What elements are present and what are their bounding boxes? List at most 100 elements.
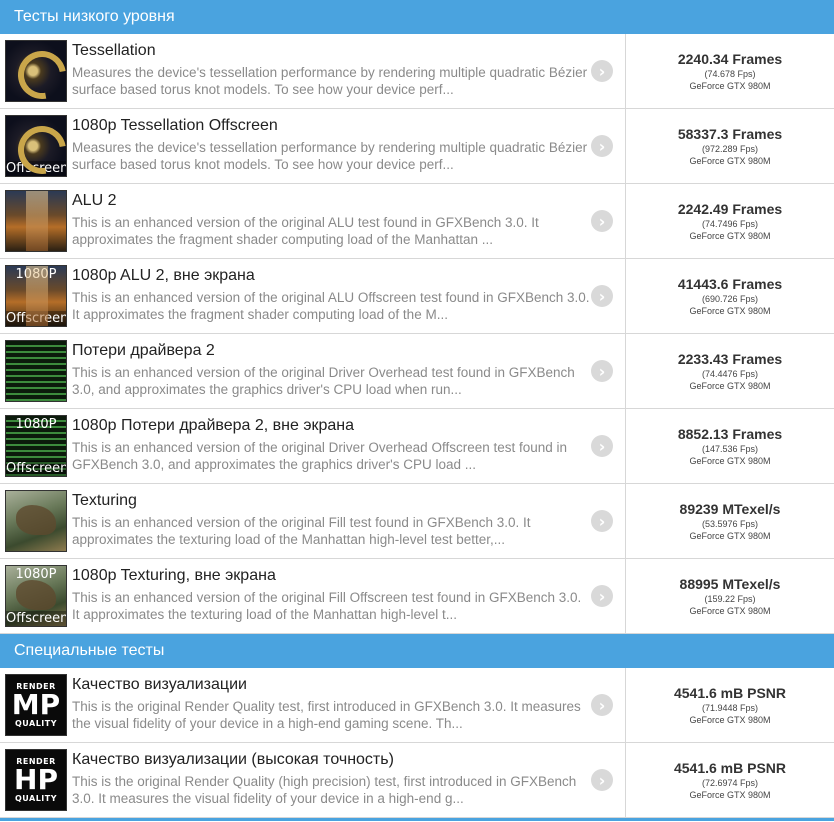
- test-title[interactable]: 1080p ALU 2, вне экрана: [72, 267, 583, 285]
- chevron-right-icon[interactable]: ›: [591, 60, 613, 82]
- test-info: 1080P Offscreen 1080p Texturing, вне экр…: [0, 559, 626, 633]
- test-title[interactable]: Качество визуализации (высокая точность): [72, 751, 583, 769]
- test-result: 2240.34 Frames (74.678 Fps) GeForce GTX …: [626, 34, 834, 108]
- result-score: 89239 MTexel/s: [679, 501, 781, 517]
- result-fps: (690.726 Fps): [701, 294, 759, 304]
- test-result: 4541.6 mB PSNR (71.9448 Fps) GeForce GTX…: [626, 668, 834, 742]
- result-score: 41443.6 Frames: [677, 276, 783, 292]
- thumbnail-label-bottom: Offscreen: [6, 461, 67, 476]
- test-result: 41443.6 Frames (690.726 Fps) GeForce GTX…: [626, 259, 834, 333]
- chevron-right-icon[interactable]: ›: [591, 694, 613, 716]
- test-row-texturing[interactable]: Texturing This is an enhanced version of…: [0, 484, 834, 559]
- test-result: 2233.43 Frames (74.4476 Fps) GeForce GTX…: [626, 334, 834, 408]
- test-text: Потери драйвера 2 This is an enhanced ve…: [72, 334, 583, 408]
- test-thumbnail: RENDER MP QUALITY: [5, 674, 67, 736]
- chevron-right-icon[interactable]: ›: [591, 285, 613, 307]
- test-description: This is an enhanced version of the origi…: [72, 515, 531, 547]
- result-fps: (74.7496 Fps): [701, 219, 759, 229]
- test-info: RENDER HP QUALITY Качество визуализации …: [0, 743, 626, 817]
- test-text: ALU 2 This is an enhanced version of the…: [72, 184, 583, 258]
- test-result: 2242.49 Frames (74.7496 Fps) GeForce GTX…: [626, 184, 834, 258]
- test-thumbnail: [5, 340, 67, 402]
- result-score: 2233.43 Frames: [677, 351, 783, 367]
- test-thumbnail: [5, 490, 67, 552]
- test-row-tessellation-offscreen[interactable]: Offscreen 1080p Tessellation Offscreen M…: [0, 109, 834, 184]
- test-text: 1080p Tessellation Offscreen Measures th…: [72, 109, 587, 183]
- test-thumbnail: [5, 190, 67, 252]
- result-fps: (972.289 Fps): [701, 144, 759, 154]
- test-thumbnail: Offscreen: [5, 115, 67, 177]
- result-gpu: GeForce GTX 980M: [689, 306, 771, 316]
- test-text: 1080p Потери драйвера 2, вне экрана This…: [72, 409, 583, 483]
- chevron-right-icon[interactable]: ›: [591, 510, 613, 532]
- logo-text-bottom: QUALITY: [14, 719, 58, 728]
- test-title[interactable]: ALU 2: [72, 192, 583, 210]
- test-row-texturing-offscreen[interactable]: 1080P Offscreen 1080p Texturing, вне экр…: [0, 559, 834, 634]
- test-info: Tessellation Measures the device's tesse…: [0, 34, 626, 108]
- test-row-driver-overhead[interactable]: Потери драйвера 2 This is an enhanced ve…: [0, 334, 834, 409]
- test-row-alu2[interactable]: ALU 2 This is an enhanced version of the…: [0, 184, 834, 259]
- test-info: 1080P Offscreen 1080p Потери драйвера 2,…: [0, 409, 626, 483]
- test-description: This is an enhanced version of the origi…: [72, 440, 568, 472]
- result-score: 8852.13 Frames: [677, 426, 783, 442]
- logo-text-mid: MP: [11, 688, 61, 721]
- chevron-right-icon[interactable]: ›: [591, 769, 613, 791]
- test-description: Measures the device's tessellation perfo…: [72, 140, 588, 172]
- test-title[interactable]: 1080p Потери драйвера 2, вне экрана: [72, 417, 583, 435]
- chevron-right-icon[interactable]: ›: [591, 210, 613, 232]
- test-info: 1080P Offscreen 1080p ALU 2, вне экрана …: [0, 259, 626, 333]
- test-title[interactable]: Texturing: [72, 492, 583, 510]
- section-header: Тесты низкого уровня: [0, 0, 834, 34]
- test-row-render-quality[interactable]: RENDER MP QUALITY Качество визуализации …: [0, 668, 834, 743]
- bottom-divider: [0, 818, 834, 821]
- test-text: Tessellation Measures the device's tesse…: [72, 34, 587, 108]
- test-text: Texturing This is an enhanced version of…: [72, 484, 583, 558]
- result-fps: (53.5976 Fps): [701, 519, 759, 529]
- thumbnail-label-bottom: Offscreen: [6, 311, 67, 326]
- result-gpu: GeForce GTX 980M: [689, 715, 771, 725]
- test-info: Offscreen 1080p Tessellation Offscreen M…: [0, 109, 626, 183]
- result-fps: (159.22 Fps): [704, 594, 756, 604]
- thumbnail-label-bottom: Offscreen: [6, 611, 67, 626]
- test-description: This is an enhanced version of the origi…: [72, 290, 590, 322]
- chevron-right-icon[interactable]: ›: [591, 135, 613, 157]
- thumbnail-label-top: 1080P: [15, 417, 57, 432]
- test-title[interactable]: 1080p Texturing, вне экрана: [72, 567, 583, 585]
- test-title[interactable]: Потери драйвера 2: [72, 342, 583, 360]
- test-description: Measures the device's tessellation perfo…: [72, 65, 588, 97]
- test-title[interactable]: Качество визуализации: [72, 676, 583, 694]
- result-gpu: GeForce GTX 980M: [689, 531, 771, 541]
- result-fps: (71.9448 Fps): [701, 703, 759, 713]
- chevron-right-icon[interactable]: ›: [591, 360, 613, 382]
- test-description: This is an enhanced version of the origi…: [72, 365, 575, 397]
- test-description: This is an enhanced version of the origi…: [72, 215, 539, 247]
- test-description: This is an enhanced version of the origi…: [72, 590, 582, 622]
- test-thumbnail: 1080P Offscreen: [5, 265, 67, 327]
- test-thumbnail: 1080P Offscreen: [5, 565, 67, 627]
- test-title[interactable]: 1080p Tessellation Offscreen: [72, 117, 583, 135]
- test-title[interactable]: Tessellation: [72, 42, 583, 60]
- test-result: 89239 MTexel/s (53.5976 Fps) GeForce GTX…: [626, 484, 834, 558]
- test-text: 1080p ALU 2, вне экрана This is an enhan…: [72, 259, 590, 333]
- chevron-right-icon[interactable]: ›: [591, 585, 613, 607]
- result-gpu: GeForce GTX 980M: [689, 381, 771, 391]
- test-info: Потери драйвера 2 This is an enhanced ve…: [0, 334, 626, 408]
- result-fps: (147.536 Fps): [701, 444, 759, 454]
- test-row-alu2-offscreen[interactable]: 1080P Offscreen 1080p ALU 2, вне экрана …: [0, 259, 834, 334]
- test-thumbnail: RENDER HP QUALITY: [5, 749, 67, 811]
- test-row-driver-overhead-offscreen[interactable]: 1080P Offscreen 1080p Потери драйвера 2,…: [0, 409, 834, 484]
- test-result: 4541.6 mB PSNR (72.6974 Fps) GeForce GTX…: [626, 743, 834, 817]
- test-description: This is the original Render Quality test…: [72, 699, 581, 731]
- test-row-render-quality-high-precision[interactable]: RENDER HP QUALITY Качество визуализации …: [0, 743, 834, 818]
- thumbnail-label-top: 1080P: [15, 267, 57, 282]
- test-thumbnail: [5, 40, 67, 102]
- test-info: ALU 2 This is an enhanced version of the…: [0, 184, 626, 258]
- test-row-tessellation[interactable]: Tessellation Measures the device's tesse…: [0, 34, 834, 109]
- result-score: 4541.6 mB PSNR: [673, 685, 787, 701]
- test-result: 8852.13 Frames (147.536 Fps) GeForce GTX…: [626, 409, 834, 483]
- test-info: Texturing This is an enhanced version of…: [0, 484, 626, 558]
- chevron-right-icon[interactable]: ›: [591, 435, 613, 457]
- result-score: 88995 MTexel/s: [679, 576, 781, 592]
- result-score: 4541.6 mB PSNR: [673, 760, 787, 776]
- result-score: 58337.3 Frames: [677, 126, 783, 142]
